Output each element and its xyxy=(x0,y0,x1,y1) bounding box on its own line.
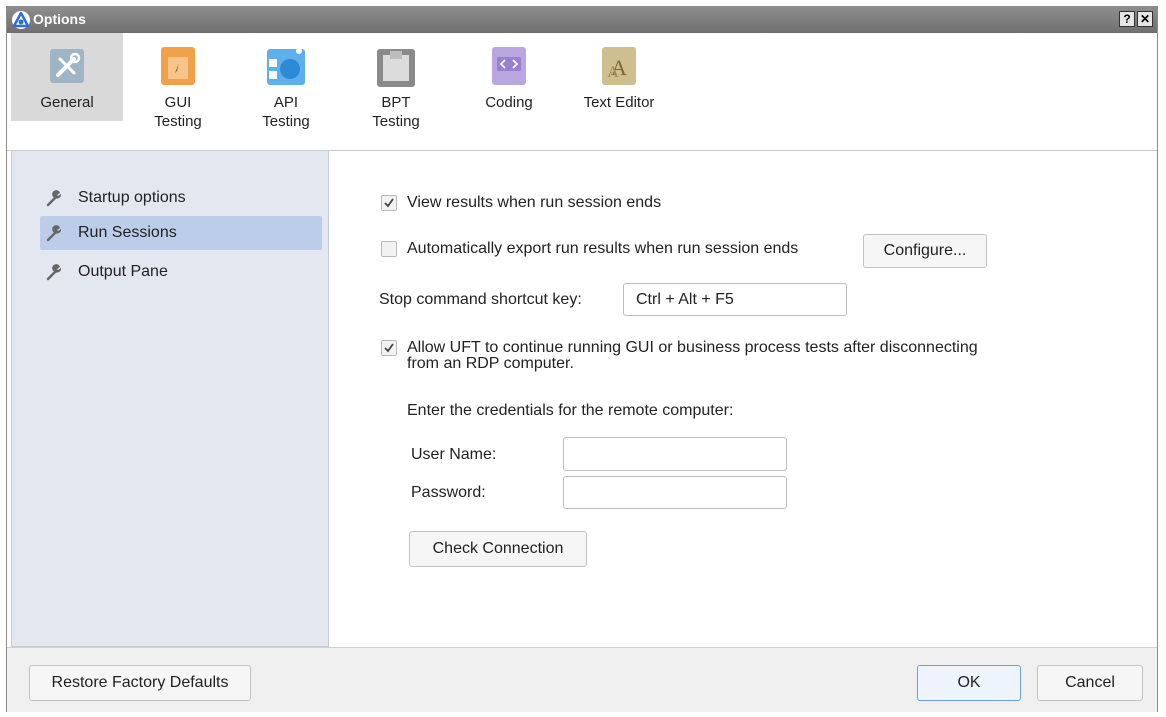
category-coding[interactable]: Coding xyxy=(464,33,554,133)
text-editor-icon: A A xyxy=(602,47,636,85)
sidebar-item-label: Run Sessions xyxy=(78,224,177,241)
category-text-editor[interactable]: A A Text Editor xyxy=(563,33,675,133)
user-name-label: User Name: xyxy=(411,446,497,463)
restore-factory-defaults-button[interactable]: Restore Factory Defaults xyxy=(29,665,251,701)
category-label: General xyxy=(40,94,94,111)
category-label: API Testing xyxy=(262,94,310,130)
category-gui-testing[interactable]: GUI Testing xyxy=(133,33,223,133)
dialog-footer: Restore Factory Defaults OK Cancel xyxy=(7,647,1157,712)
configure-button[interactable]: Configure... xyxy=(863,234,987,268)
category-api-testing[interactable]: API Testing xyxy=(241,33,331,133)
options-sidebar: Startup options Run Sessions Output Pane xyxy=(11,150,329,647)
sidebar-item-label: Startup options xyxy=(78,189,186,206)
view-results-label: View results when run session ends xyxy=(407,194,662,211)
sidebar-item-startup-options[interactable]: Startup options xyxy=(40,181,322,215)
cancel-button[interactable]: Cancel xyxy=(1037,665,1143,701)
api-testing-icon xyxy=(267,48,305,85)
category-label: BPT Testing xyxy=(372,94,420,130)
wrench-icon xyxy=(46,225,62,242)
wrench-icon xyxy=(46,264,62,281)
coding-icon xyxy=(492,47,526,85)
svg-text:A: A xyxy=(607,64,619,81)
bpt-testing-icon xyxy=(377,49,415,87)
options-dialog: Options ? ✕ General GUI Testing API Test… xyxy=(6,6,1158,712)
wrench-icon xyxy=(46,190,62,207)
allow-uft-label-line2: from an RDP computer. xyxy=(407,355,574,372)
allow-uft-checkbox[interactable] xyxy=(381,340,397,356)
category-label: Coding xyxy=(485,94,533,111)
sidebar-item-label: Output Pane xyxy=(78,263,168,280)
run-sessions-panel: View results when run session ends Autom… xyxy=(329,150,1157,647)
sidebar-item-run-sessions[interactable]: Run Sessions xyxy=(40,216,322,250)
auto-export-label: Automatically export run results when ru… xyxy=(407,240,799,257)
password-label: Password: xyxy=(411,484,486,501)
checkmark-icon xyxy=(384,198,394,208)
credentials-prompt: Enter the credentials for the remote com… xyxy=(407,402,734,419)
help-button[interactable]: ? xyxy=(1119,11,1135,27)
ok-button[interactable]: OK xyxy=(917,665,1021,701)
gui-testing-icon xyxy=(161,47,195,85)
tools-icon xyxy=(50,49,84,83)
app-logo-icon xyxy=(12,11,30,29)
auto-export-checkbox[interactable] xyxy=(381,241,397,257)
password-input[interactable] xyxy=(563,476,787,509)
category-bpt-testing[interactable]: BPT Testing xyxy=(351,33,441,133)
user-name-input[interactable] xyxy=(563,437,787,471)
check-connection-button[interactable]: Check Connection xyxy=(409,531,587,567)
category-label: GUI Testing xyxy=(154,94,202,130)
checkmark-icon xyxy=(384,343,394,353)
sidebar-item-output-pane[interactable]: Output Pane xyxy=(40,255,322,289)
window-title: Options xyxy=(33,11,86,27)
view-results-checkbox[interactable] xyxy=(381,195,397,211)
shortcut-label: Stop command shortcut key: xyxy=(379,291,582,308)
close-button[interactable]: ✕ xyxy=(1137,11,1153,27)
category-general[interactable]: General xyxy=(11,33,123,121)
category-label: Text Editor xyxy=(583,94,655,111)
category-toolbar: General GUI Testing API Testing BPT Test… xyxy=(7,33,1157,151)
title-bar: Options ? ✕ xyxy=(7,7,1157,33)
shortcut-key-field[interactable]: Ctrl + Alt + F5 xyxy=(623,283,847,316)
